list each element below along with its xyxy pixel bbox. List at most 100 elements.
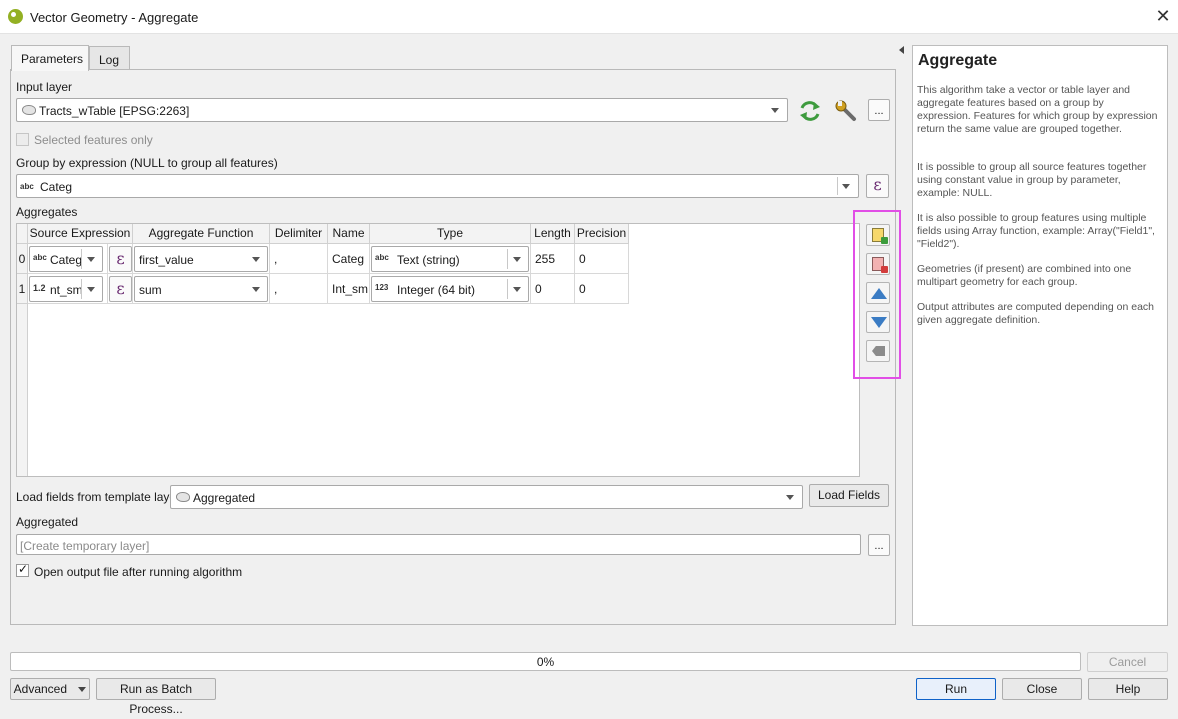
polygon-layer-icon bbox=[22, 105, 36, 115]
chevron-down-icon bbox=[786, 495, 794, 500]
chevron-down-icon bbox=[842, 184, 850, 189]
source-expression-combo[interactable]: abc Categ bbox=[29, 246, 103, 272]
text-type-icon: abc bbox=[375, 253, 389, 262]
aggregate-function-combo[interactable]: sum bbox=[134, 276, 268, 302]
field-type-combo[interactable]: 123 Integer (64 bit) bbox=[371, 276, 529, 302]
open-output-label: Open output file after running algorithm bbox=[34, 565, 243, 579]
close-button[interactable]: Close bbox=[1002, 678, 1082, 700]
tab-parameters[interactable]: Parameters bbox=[11, 45, 89, 71]
help-panel: Aggregate This algorithm take a vector o… bbox=[912, 45, 1168, 626]
field-type-combo[interactable]: abc Text (string) bbox=[371, 246, 529, 272]
group-by-combo[interactable]: abc Categ bbox=[16, 174, 859, 198]
window-close-button[interactable]: ✕ bbox=[1152, 5, 1174, 27]
table-row: ε bbox=[108, 274, 133, 304]
chevron-down-icon bbox=[252, 257, 260, 262]
help-title: Aggregate bbox=[918, 52, 998, 69]
row-number[interactable]: 0 bbox=[17, 244, 28, 274]
table-row[interactable]: , bbox=[270, 244, 328, 274]
table-row[interactable]: Categ bbox=[328, 244, 370, 274]
help-paragraph: It is also possible to group features us… bbox=[917, 212, 1155, 250]
help-paragraph: It is possible to group all source featu… bbox=[917, 161, 1147, 199]
column-header[interactable]: Type bbox=[370, 224, 531, 244]
move-down-button[interactable] bbox=[866, 311, 890, 333]
chevron-down-icon bbox=[513, 287, 521, 292]
table-row: abc Categ bbox=[28, 244, 108, 274]
input-layer-combo[interactable]: Tracts_wTable [EPSG:2263] bbox=[16, 98, 788, 122]
open-output-checkbox[interactable] bbox=[16, 562, 29, 577]
aggregate-function-value: first_value bbox=[139, 253, 194, 267]
table-row: 123 Integer (64 bit) bbox=[370, 274, 531, 304]
arrow-up-icon bbox=[871, 288, 887, 299]
output-options-button[interactable]: ... bbox=[868, 534, 890, 556]
add-new-field-button[interactable] bbox=[866, 224, 890, 246]
table-row[interactable]: 0 bbox=[575, 244, 629, 274]
delete-field-button[interactable] bbox=[866, 253, 890, 275]
window-title: Vector Geometry - Aggregate bbox=[30, 10, 199, 25]
table-row[interactable]: Int_sm bbox=[328, 274, 370, 304]
table-row[interactable]: 255 bbox=[531, 244, 575, 274]
help-paragraph: Output attributes are computed depending… bbox=[917, 301, 1154, 326]
delimiter-value: , bbox=[274, 252, 278, 266]
wrench-icon[interactable] bbox=[833, 99, 859, 123]
delimiter-value: , bbox=[274, 282, 278, 296]
column-header[interactable]: Aggregate Function bbox=[133, 224, 270, 244]
column-header[interactable]: Source Expression bbox=[28, 224, 133, 244]
decimal-type-icon: 1.2 bbox=[33, 283, 46, 293]
source-expression-button[interactable]: ε bbox=[109, 246, 132, 272]
table-row: sum bbox=[133, 274, 270, 304]
table-row[interactable]: , bbox=[270, 274, 328, 304]
selected-features-label: Selected features only bbox=[34, 133, 153, 147]
help-button[interactable]: Help bbox=[1088, 678, 1168, 700]
source-expression-combo[interactable]: 1.2 nt_sm bbox=[29, 276, 103, 302]
table-row[interactable]: 0 bbox=[575, 274, 629, 304]
row-number[interactable]: 1 bbox=[17, 274, 28, 304]
column-header[interactable]: Name bbox=[328, 224, 370, 244]
input-layer-value: Tracts_wTable [EPSG:2263] bbox=[39, 104, 190, 118]
column-header[interactable]: Delimiter bbox=[270, 224, 328, 244]
load-fields-button[interactable]: Load Fields bbox=[809, 484, 889, 507]
source-expression-button[interactable]: ε bbox=[109, 276, 132, 302]
table-row[interactable]: 0 bbox=[531, 274, 575, 304]
progress-text: 0% bbox=[536, 655, 555, 669]
input-layer-options-button[interactable]: ... bbox=[868, 99, 890, 121]
aggregate-function-value: sum bbox=[139, 283, 162, 297]
reset-fields-button[interactable] bbox=[866, 340, 890, 362]
help-paragraph: Geometries (if present) are combined int… bbox=[917, 263, 1132, 288]
collapse-help-icon[interactable] bbox=[899, 46, 904, 54]
tab-log[interactable]: Log bbox=[89, 46, 130, 69]
text-type-icon: abc bbox=[33, 253, 47, 262]
length-value: 0 bbox=[535, 282, 542, 296]
iterate-over-features-icon[interactable] bbox=[797, 99, 823, 123]
advanced-label: Advanced bbox=[13, 682, 68, 696]
aggregate-function-combo[interactable]: first_value bbox=[134, 246, 268, 272]
aggregates-label: Aggregates bbox=[16, 205, 78, 219]
add-field-icon bbox=[872, 228, 888, 244]
precision-value: 0 bbox=[579, 282, 586, 296]
advanced-button[interactable]: Advanced bbox=[10, 678, 90, 700]
help-paragraph: This algorithm take a vector or table la… bbox=[917, 84, 1158, 135]
cancel-button[interactable]: Cancel bbox=[1087, 652, 1168, 672]
column-header[interactable]: Precision bbox=[575, 224, 629, 244]
batch-process-button[interactable]: Run as Batch Process... bbox=[96, 678, 216, 716]
field-name-value: Int_sm bbox=[332, 282, 369, 296]
column-header[interactable]: Length bbox=[531, 224, 575, 244]
field-type-value: Integer (64 bit) bbox=[397, 283, 476, 297]
source-expression-value: nt_sm bbox=[50, 283, 83, 297]
clear-icon bbox=[872, 346, 885, 356]
progress-bar: 0% bbox=[10, 652, 1081, 671]
chevron-down-icon bbox=[87, 257, 95, 262]
table-row: abc Text (string) bbox=[370, 244, 531, 274]
move-up-button[interactable] bbox=[866, 282, 890, 304]
chevron-down-icon bbox=[771, 108, 779, 113]
chevron-down-icon bbox=[87, 287, 95, 292]
chevron-down-icon bbox=[252, 287, 260, 292]
input-layer-label: Input layer bbox=[16, 80, 73, 94]
selected-features-checkbox[interactable] bbox=[16, 133, 29, 146]
output-path-input[interactable]: [Create temporary layer] bbox=[16, 534, 861, 555]
group-by-expression-button[interactable]: ε bbox=[866, 174, 889, 198]
template-layer-combo[interactable]: Aggregated bbox=[170, 485, 803, 509]
run-button[interactable]: Run bbox=[916, 678, 996, 700]
table-row: first_value bbox=[133, 244, 270, 274]
template-layer-value: Aggregated bbox=[193, 491, 256, 505]
field-type-value: Text (string) bbox=[397, 253, 460, 267]
